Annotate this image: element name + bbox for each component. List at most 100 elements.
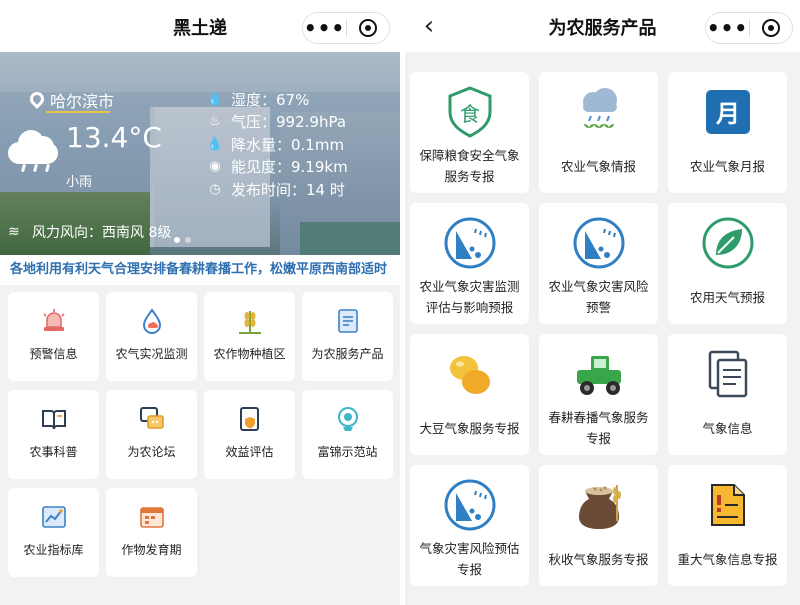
target-icon	[358, 19, 377, 37]
menu-tile-forum[interactable]: 为农论坛	[106, 390, 197, 479]
carousel-dot[interactable]	[185, 237, 191, 243]
rain-cloud-icon	[8, 126, 60, 173]
humidity-text: 湿度：67%	[231, 90, 310, 109]
menu-tile-station[interactable]: 富锦示范站	[302, 390, 393, 479]
close-miniprogram-button[interactable]	[347, 13, 389, 43]
product-tile-agro-intel[interactable]: 农业气象情报	[539, 72, 658, 193]
menu-label: 作物发育期	[121, 543, 182, 557]
weather-condition: 小雨	[66, 175, 93, 190]
menu-label: 农气实况监测	[115, 347, 188, 361]
rain-cloud-sprout-icon	[582, 88, 617, 134]
tractor-icon	[576, 356, 621, 395]
menu-label: 为农服务产品	[311, 347, 384, 361]
weather-banner[interactable]: 哈尔滨市 13.4°C 小雨 💧 湿度：67% ♨ 气压：992.9hPa 💧 …	[0, 52, 400, 255]
weather-details: 💧 湿度：67% ♨ 气压：992.9hPa 💧 降水量：0.1mm ◉ 能见度…	[207, 88, 348, 201]
grain-sack-icon	[578, 485, 621, 529]
menu-tile-monitoring[interactable]: 农气实况监测	[106, 292, 197, 381]
wind-row: ≋ 风力风向：西南风 8级	[8, 222, 171, 242]
product-tile-autumn-harvest[interactable]: 秋收气象服务专报	[539, 465, 658, 586]
product-tile-major-weather-info[interactable]: 重大气象信息专报	[668, 465, 787, 586]
menu-label: 为农论坛	[127, 445, 176, 459]
menu-tile-growth-stage[interactable]: 作物发育期	[106, 488, 197, 577]
precipitation-text: 降水量：0.1mm	[231, 135, 345, 154]
miniprogram-capsule: •••	[302, 12, 390, 44]
clock-icon: ◷	[209, 181, 221, 197]
soybean-icon	[449, 356, 490, 394]
product-label: 农用天气预报	[689, 290, 765, 305]
product-tile-monthly-report[interactable]: 月 农业气象月报	[668, 72, 787, 193]
product-label: 秋收气象服务专报	[548, 552, 649, 567]
menu-label: 预警信息	[29, 347, 78, 361]
weather-city: 哈尔滨市	[27, 88, 115, 112]
menu-tile-warning[interactable]: 预警信息	[8, 292, 99, 381]
product-tile-disaster-monitoring[interactable]: 农业气象灾害监测评估与影响预报	[410, 203, 529, 324]
product-label: 农业气象灾害风险预警	[548, 279, 649, 315]
target-icon	[761, 19, 780, 37]
landslide-warning-icon	[444, 479, 495, 531]
product-tile-soybean[interactable]: 大豆气象服务专报	[410, 334, 529, 455]
menu-label: 农作物种植区	[213, 347, 286, 361]
release-time-text: 发布时间：14 时	[231, 180, 345, 199]
menu-label: 富锦示范站	[317, 445, 378, 459]
close-miniprogram-button[interactable]	[750, 13, 792, 43]
location-pin-icon	[27, 89, 47, 109]
notice-text: 各地利用有利天气合理安排备春耕春播工作，松嫩平原西南部适时	[10, 262, 388, 277]
product-tile-spring-sowing[interactable]: 春耕春播气象服务专报	[539, 334, 658, 455]
documents-icon	[708, 350, 747, 398]
chart-icon	[41, 506, 66, 528]
home-screen: 黑土递 ••• 哈尔滨市 13.4°C 小雨 💧 湿度：67% ♨ 气压：992…	[0, 0, 400, 605]
menu-tile-science[interactable]: 农事科普	[8, 390, 99, 479]
food-badge-icon: 食	[448, 86, 491, 138]
notice-marquee[interactable]: 各地利用有利天气合理安排备春耕春播工作，松嫩平原西南部适时	[0, 255, 400, 285]
month-glyph: 月	[715, 100, 740, 128]
more-menu-button[interactable]: •••	[303, 13, 346, 43]
chat-bubbles-icon	[139, 407, 164, 429]
visibility-row: ◉ 能见度：9.19km	[207, 156, 347, 179]
humidity-row: 💧 湿度：67%	[207, 88, 348, 111]
pressure-icon: ♨	[209, 114, 221, 130]
services-screen: ‹ 为农服务产品 ••• 食 保障粮食安全气象服务专报 农业气象情报 月 农业气…	[405, 0, 800, 605]
city-underline	[46, 111, 110, 113]
alert-document-icon	[710, 484, 745, 526]
menu-label: 农事科普	[29, 445, 78, 459]
precipitation-row: 💧 降水量：0.1mm	[207, 133, 348, 156]
pressure-text: 气压：992.9hPa	[231, 113, 347, 132]
document-icon	[337, 309, 358, 333]
product-tile-farm-weather-forecast[interactable]: 农用天气预报	[668, 203, 787, 324]
product-tile-weather-info[interactable]: 气象信息	[668, 334, 787, 455]
product-label: 春耕春播气象服务专报	[548, 410, 649, 446]
pressure-row: ♨ 气压：992.9hPa	[207, 111, 348, 134]
landslide-warning-icon	[444, 217, 495, 269]
product-label: 农业气象灾害监测评估与影响预报	[419, 279, 520, 315]
droplet-icon: 💧	[206, 91, 224, 107]
menu-tile-services[interactable]: 为农服务产品	[302, 292, 393, 381]
menu-tile-planting-area[interactable]: 农作物种植区	[204, 292, 295, 381]
landslide-warning-icon	[573, 217, 624, 269]
menu-tile-index-library[interactable]: 农业指标库	[8, 488, 99, 577]
product-tile-disaster-risk-warning[interactable]: 农业气象灾害风险预警	[539, 203, 658, 324]
more-menu-button[interactable]: •••	[706, 13, 749, 43]
home-topbar: 黑土递 •••	[0, 0, 400, 52]
month-calendar-icon: 月	[705, 90, 750, 134]
temperature: 13.4°C	[66, 121, 162, 154]
menu-tile-evaluation[interactable]: 效益评估	[204, 390, 295, 479]
product-tile-disaster-risk-report[interactable]: 气象灾害风险预估专报	[410, 465, 529, 586]
carousel-dot[interactable]	[174, 237, 180, 243]
product-label: 气象灾害风险预估专报	[419, 541, 520, 577]
city-name: 哈尔滨市	[50, 92, 115, 111]
shield-document-icon	[239, 407, 259, 431]
svg-text:食: 食	[460, 102, 480, 126]
weather-drop-icon	[142, 308, 161, 334]
product-label: 气象信息	[702, 421, 753, 436]
wheat-icon	[238, 311, 261, 334]
leaf-icon	[702, 217, 753, 269]
eye-icon: ◉	[209, 159, 221, 175]
product-label: 农业气象月报	[689, 159, 765, 174]
alarm-light-icon	[42, 309, 65, 331]
rain-drop-icon: 💧	[206, 136, 224, 152]
product-label: 大豆气象服务专报	[419, 421, 520, 436]
product-label: 重大气象信息专报	[677, 552, 778, 567]
product-tile-food-security[interactable]: 食 保障粮食安全气象服务专报	[410, 72, 529, 193]
open-book-icon	[41, 410, 66, 430]
menu-label: 效益评估	[225, 445, 274, 459]
